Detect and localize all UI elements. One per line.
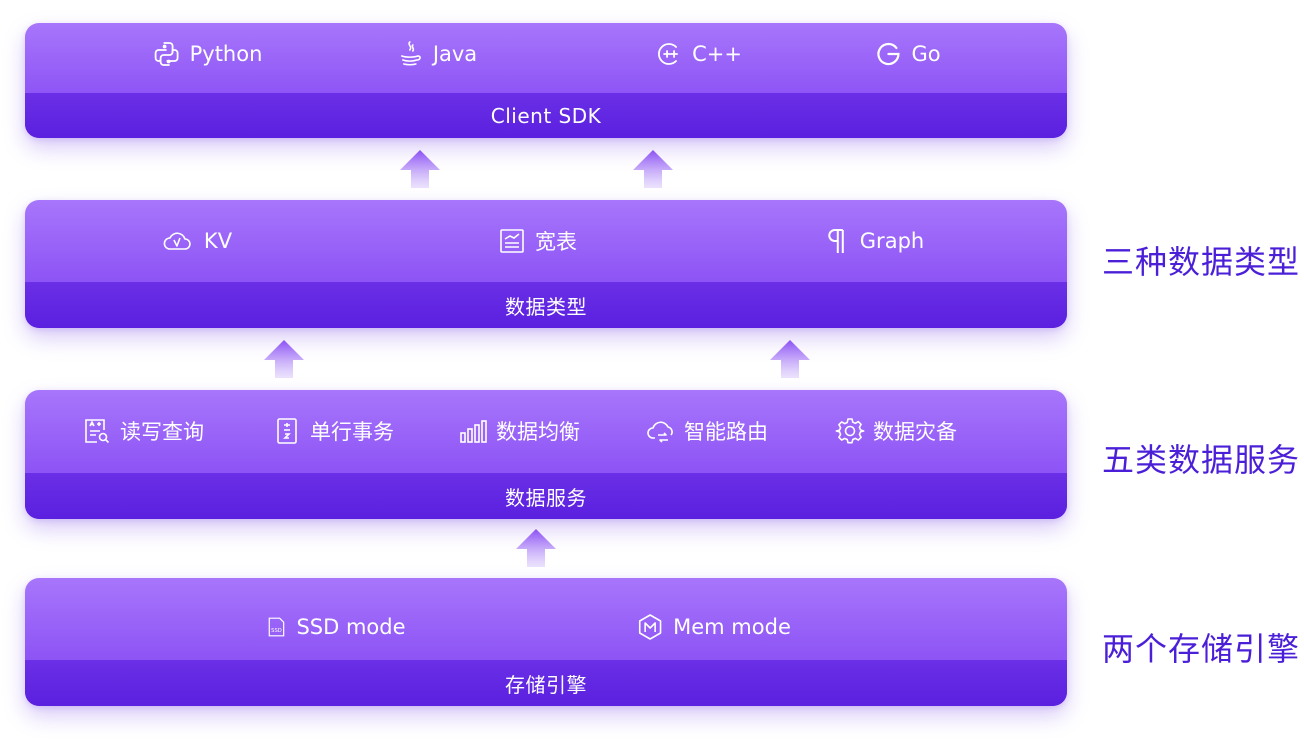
cloud-route-icon (647, 421, 673, 443)
service-item-label: 数据灾备 (873, 420, 957, 444)
service-item-label: 单行事务 (310, 420, 394, 444)
search-doc-icon (85, 419, 110, 444)
table-chart-icon (500, 229, 524, 253)
cloud-icon (163, 232, 191, 250)
up-arrow (398, 148, 442, 190)
sdk-item-label: Go (911, 42, 941, 66)
client-sdk-bar: Client SDK (25, 93, 1067, 138)
type-item-graph: Graph (822, 226, 924, 256)
service-item-single-row-txn: 单行事务 (272, 416, 394, 446)
engine-item-label: SSD mode (296, 615, 406, 639)
up-arrow (631, 148, 675, 190)
client-sdk-layer: Python Java C++ Go Client SDK (25, 23, 1067, 138)
type-item-kv: KV (158, 226, 232, 256)
bar-label: 数据服务 (505, 485, 587, 510)
service-item-data-balance: 数据均衡 (458, 416, 580, 446)
type-item-label: 宽表 (535, 230, 577, 254)
sdk-item-go: Go (873, 39, 941, 69)
bar-chart-icon (460, 420, 487, 443)
bar-label: 存储引擎 (505, 672, 587, 697)
sdk-item-label: Java (432, 42, 478, 66)
side-label-types: 三种数据类型 (1102, 243, 1301, 281)
side-label-engines: 两个存储引擎 (1102, 630, 1301, 668)
type-item-wide-table: 宽表 (497, 226, 577, 256)
data-services-layer: 读写查询 单行事务 数据均衡 智能路由 数据灾备 数据服务 (25, 390, 1067, 519)
java-icon (401, 41, 421, 66)
service-item-rw-query: 读写查询 (82, 416, 204, 446)
side-label-services: 五类数据服务 (1102, 441, 1301, 479)
data-types-bar: 数据类型 (25, 282, 1067, 328)
sdk-item-java: Java (395, 39, 477, 69)
up-arrow (514, 527, 558, 569)
data-services-bar: 数据服务 (25, 473, 1067, 519)
service-item-label: 读写查询 (120, 420, 204, 444)
service-item-smart-routing: 智能路由 (646, 416, 768, 446)
engine-item-mem-mode: Mem mode (635, 612, 791, 642)
sdk-item-label: C++ (692, 42, 742, 66)
sdk-item-label: Python (189, 42, 263, 66)
bar-label: Client SDK (490, 103, 602, 128)
svg-text:SSD: SSD (271, 628, 282, 634)
sdk-item-python: Python (152, 39, 263, 69)
memory-hex-icon (638, 614, 662, 640)
type-item-label: Graph (859, 229, 925, 253)
up-arrow (768, 338, 812, 380)
ssd-icon: SSD (268, 617, 285, 637)
service-item-label: 智能路由 (684, 420, 768, 444)
python-icon (154, 42, 179, 66)
data-types-layer: KV 宽表 Graph 数据类型 (25, 200, 1067, 328)
gear-icon (835, 418, 865, 444)
storage-engines-layer: SSD SSD mode Mem mode 存储引擎 (25, 578, 1067, 706)
cpp-icon (658, 43, 678, 65)
service-item-label: 数据均衡 (496, 420, 580, 444)
type-item-label: KV (203, 229, 233, 253)
sdk-item-cpp: C++ (654, 39, 742, 69)
engine-item-label: Mem mode (673, 615, 791, 639)
go-icon (877, 42, 900, 66)
bar-label: 数据类型 (505, 294, 587, 319)
pilcrow-icon (828, 229, 844, 253)
service-item-disaster-recovery: 数据灾备 (835, 416, 957, 446)
up-arrow (262, 338, 306, 380)
storage-engines-bar: 存储引擎 (25, 660, 1067, 706)
engine-item-ssd-mode: SSD SSD mode (264, 612, 406, 642)
transaction-doc-icon (277, 418, 297, 444)
